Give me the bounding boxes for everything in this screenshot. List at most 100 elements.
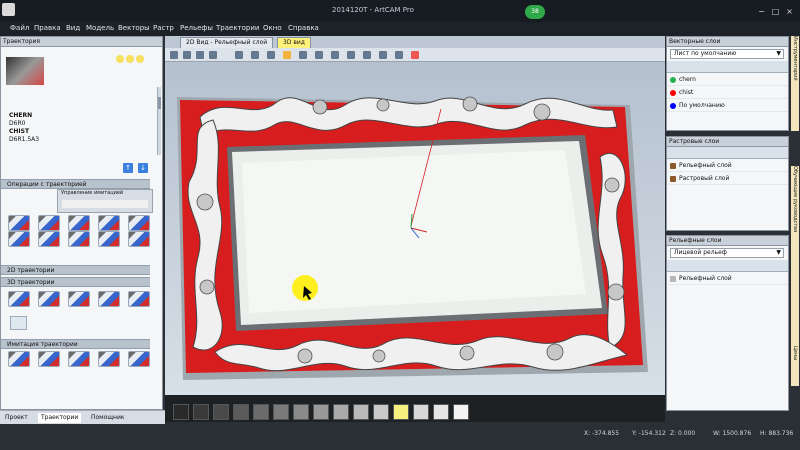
toolpath-list-item[interactable]: D6R0 [3, 120, 148, 128]
toolbar-icon[interactable] [283, 51, 291, 59]
scroll-thumb[interactable] [158, 97, 161, 109]
vector-sheet-dropdown[interactable]: Лист по умолчанию ▼ [670, 49, 784, 59]
operations-header[interactable]: Операции с траекторией [1, 179, 150, 189]
toolbar-icon[interactable] [267, 51, 275, 59]
toolpath-list-item[interactable]: D6R1.5A3 [3, 136, 148, 144]
toolbar-icon[interactable] [363, 51, 371, 59]
color-swatch[interactable] [273, 404, 289, 420]
toolbar-icon[interactable] [379, 51, 387, 59]
color-swatch[interactable] [213, 404, 229, 420]
operation-tool[interactable] [68, 231, 90, 247]
move-up-icon[interactable]: ↑ [123, 163, 133, 173]
toolpath-list-item[interactable]: CHERN [3, 112, 148, 120]
3d-viewport[interactable] [165, 62, 665, 395]
operation-tool[interactable] [38, 215, 60, 231]
color-swatch[interactable] [453, 404, 469, 420]
vector-layer-row[interactable]: По умолчанию [667, 99, 788, 112]
toolbar-icon[interactable] [209, 51, 217, 59]
relief-layer-row[interactable]: Рельефный слой [667, 272, 788, 285]
simulation-tool[interactable] [98, 351, 120, 367]
vector-layer-row[interactable]: chern [667, 73, 788, 86]
menu-edit[interactable]: Правка [34, 24, 61, 32]
color-swatch[interactable] [373, 404, 389, 420]
toolbar-icon[interactable] [170, 51, 178, 59]
operation-tool[interactable] [128, 215, 150, 231]
vector-layer-row[interactable]: chist [667, 86, 788, 99]
toolbar-icon[interactable] [331, 51, 339, 59]
simulation-tool[interactable] [38, 351, 60, 367]
menu-model[interactable]: Модель [86, 24, 114, 32]
menu-window[interactable]: Окно [263, 24, 282, 32]
close-icon[interactable]: × [784, 7, 795, 16]
raster-layer-row[interactable]: Рельефный слой [667, 159, 788, 172]
bulb-icon[interactable] [126, 55, 134, 63]
center-badge[interactable]: 38 [525, 5, 545, 19]
operation-tool[interactable] [98, 215, 120, 231]
operation-tool[interactable] [8, 231, 30, 247]
toolbar-icon[interactable] [235, 51, 243, 59]
menu-vectors[interactable]: Векторы [118, 24, 150, 32]
color-swatch[interactable] [293, 404, 309, 420]
toolbar-icon[interactable] [411, 51, 419, 59]
toolbar-icon[interactable] [347, 51, 355, 59]
toolbar-icon[interactable] [251, 51, 259, 59]
toolbar-icon[interactable] [196, 51, 204, 59]
tab-assistant[interactable]: Помощник [88, 413, 127, 423]
section-2d-toolpaths[interactable]: 2D траектории [1, 265, 150, 275]
simulation-buttons[interactable] [62, 200, 148, 208]
3d-tool-extra[interactable] [10, 316, 27, 330]
toolpath-list-item[interactable]: CHIST [3, 128, 148, 136]
color-swatch[interactable] [233, 404, 249, 420]
toolbar-icon[interactable] [183, 51, 191, 59]
menu-raster[interactable]: Растр [153, 24, 174, 32]
3d-toolpath-tool[interactable] [8, 291, 30, 307]
menu-view[interactable]: Вид [66, 24, 80, 32]
tab-toolpaths[interactable]: Траектории [38, 413, 82, 423]
minimize-icon[interactable]: − [756, 7, 767, 16]
operation-tool[interactable] [8, 215, 30, 231]
toolpath-scrollbar[interactable] [157, 87, 161, 155]
3d-toolpath-tool[interactable] [38, 291, 60, 307]
bulb-icon[interactable] [116, 55, 124, 63]
rail-label-tutorials[interactable]: Обучающие руководства [791, 166, 799, 346]
raster-layer-row[interactable]: Растровый слой [667, 172, 788, 185]
color-swatch[interactable] [333, 404, 349, 420]
color-swatch[interactable] [393, 404, 409, 420]
color-swatch[interactable] [173, 404, 189, 420]
tab-3d-view[interactable]: 3D вид [277, 37, 311, 48]
toolbar-icon[interactable] [299, 51, 307, 59]
simulation-tool[interactable] [128, 351, 150, 367]
3d-toolpath-tool[interactable] [68, 291, 90, 307]
tab-2d-view[interactable]: 2D Вид - Рельефный слой [180, 37, 274, 48]
toolbar-icon[interactable] [315, 51, 323, 59]
rail-label-toolkit[interactable]: Инструментарий [791, 36, 799, 131]
rail-label-prices[interactable]: Цены [791, 346, 799, 386]
operation-tool[interactable] [128, 231, 150, 247]
toolbar-icon[interactable] [395, 51, 403, 59]
simulation-tool[interactable] [68, 351, 90, 367]
operation-tool[interactable] [68, 215, 90, 231]
menu-file[interactable]: Файл [10, 24, 29, 32]
operation-tool[interactable] [38, 231, 60, 247]
bulb-icon[interactable] [136, 55, 144, 63]
menu-help[interactable]: Справка [288, 24, 319, 32]
simulation-tool[interactable] [8, 351, 30, 367]
section-toolpath-simulation[interactable]: Имитация траектории [1, 339, 150, 349]
section-3d-toolpaths[interactable]: 3D траектории [1, 277, 150, 287]
color-swatch[interactable] [313, 404, 329, 420]
3d-toolpath-tool[interactable] [98, 291, 120, 307]
menu-reliefs[interactable]: Рельефы [180, 24, 213, 32]
menu-toolpaths[interactable]: Траектории [216, 24, 259, 32]
relief-dropdown[interactable]: Лицевой рельеф ▼ [670, 248, 784, 258]
tab-project[interactable]: Проект [2, 413, 31, 423]
operation-tool[interactable] [98, 231, 120, 247]
move-down-icon[interactable]: ↓ [138, 163, 148, 173]
3d-toolpath-tool[interactable] [128, 291, 150, 307]
app-icon[interactable] [2, 3, 15, 16]
color-swatch[interactable] [413, 404, 429, 420]
color-swatch[interactable] [193, 404, 209, 420]
color-swatch[interactable] [353, 404, 369, 420]
color-swatch[interactable] [253, 404, 269, 420]
color-swatch[interactable] [433, 404, 449, 420]
restore-icon[interactable]: □ [770, 7, 781, 16]
